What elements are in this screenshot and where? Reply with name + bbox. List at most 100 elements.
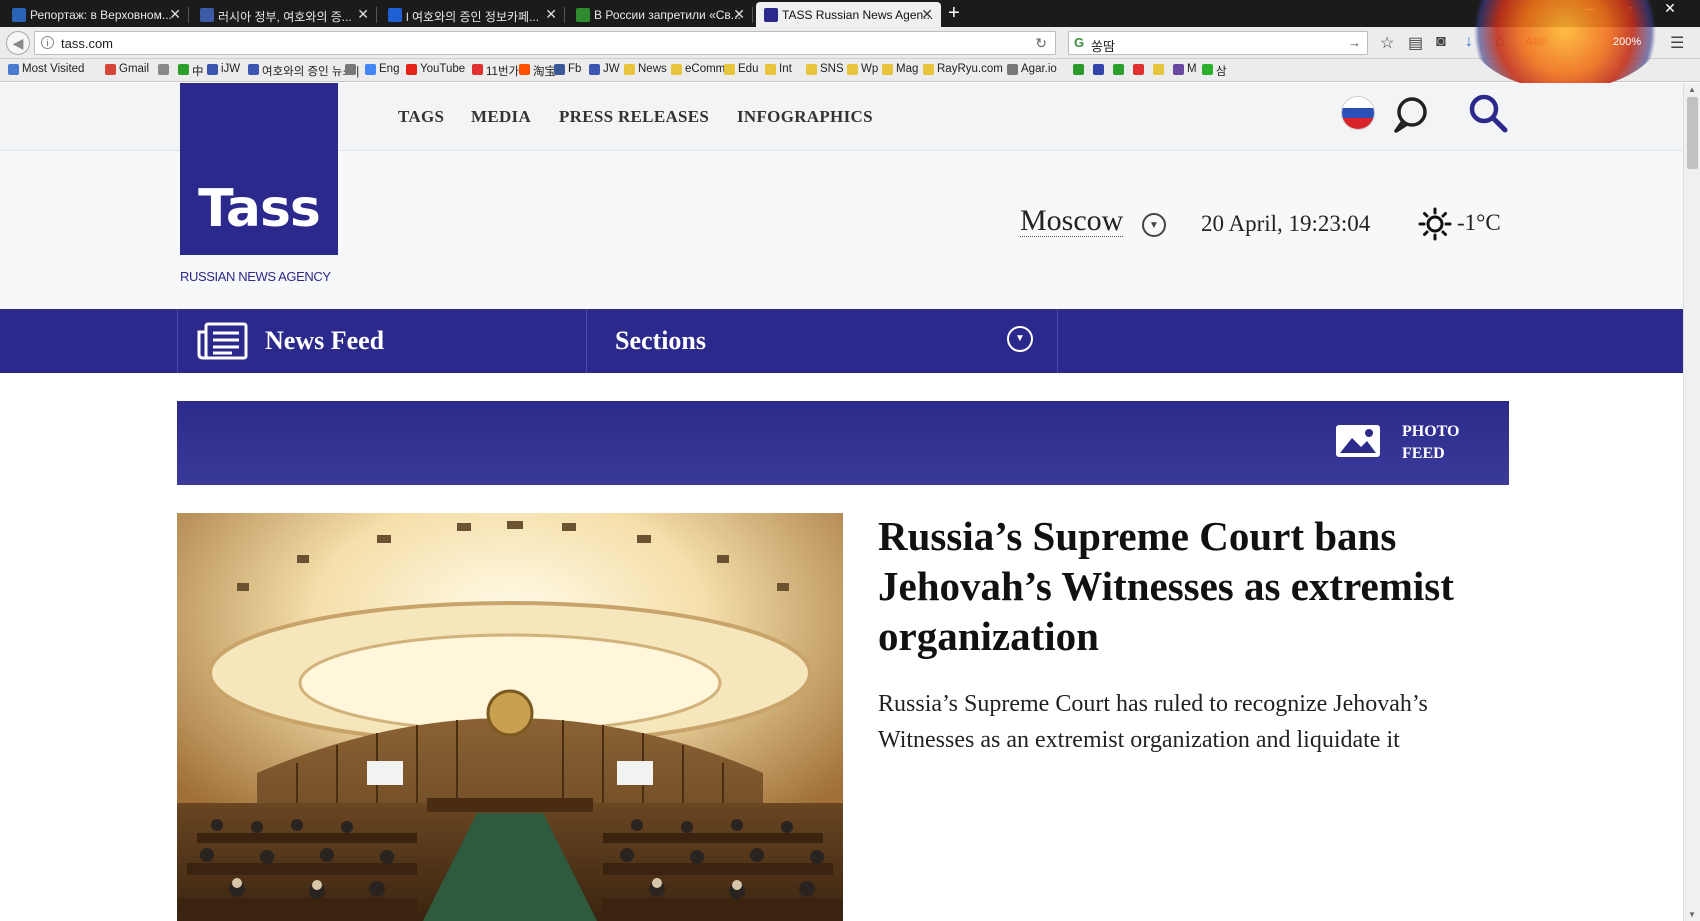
article-image[interactable] xyxy=(177,513,843,921)
bookmark-item[interactable]: Gmail xyxy=(105,63,149,75)
search-engine-icon[interactable]: G xyxy=(1074,35,1084,50)
bookmark-icon xyxy=(406,64,417,75)
bookmark-icon xyxy=(1153,64,1164,75)
bookmark-item[interactable]: JW xyxy=(589,63,620,75)
back-button[interactable]: ◀ xyxy=(6,31,30,55)
bookmark-item[interactable]: Wp xyxy=(847,63,878,75)
nav-infographics[interactable]: INFOGRAPHICS xyxy=(737,107,873,127)
bookmark-item[interactable]: 11번가 xyxy=(472,63,519,79)
browser-tab[interactable]: 러시아 정부, 여호와의 증... ✕ xyxy=(192,2,377,27)
bookmark-icon xyxy=(178,64,189,75)
bookmark-item[interactable]: Eng xyxy=(365,63,399,75)
tab-close-icon[interactable]: ✕ xyxy=(545,6,557,23)
tab-favicon-icon xyxy=(200,8,214,22)
scrollbar-thumb[interactable] xyxy=(1687,97,1698,169)
chat-icon[interactable] xyxy=(1390,95,1430,135)
bookmark-icon xyxy=(847,64,858,75)
bookmark-item[interactable]: Agar.io xyxy=(1007,63,1057,75)
sun-weather-icon xyxy=(1418,207,1452,241)
bookmark-label: 11번가 xyxy=(486,66,520,78)
browser-tab[interactable]: TASS Russian News Agen... ✕ xyxy=(756,2,941,27)
browser-tab[interactable]: l 여호와의 증인 정보카페... ✕ xyxy=(380,2,565,27)
page-viewport: TAGS MEDIA PRESS RELEASES INFOGRAPHICS T… xyxy=(0,83,1683,921)
browser-tab[interactable]: Репортаж: в Верховном... ✕ xyxy=(4,2,189,27)
scroll-down-arrow-icon[interactable]: ▼ xyxy=(1688,910,1696,919)
bookmark-item[interactable]: M xyxy=(1173,63,1197,75)
bookmark-item[interactable]: iJW xyxy=(207,63,240,75)
bookmark-item[interactable]: 中 xyxy=(178,63,204,79)
bookmark-item[interactable]: Fb xyxy=(554,63,581,75)
bookmark-label: YouTube xyxy=(420,63,466,75)
tab-title: 러시아 정부, 여호와의 증... xyxy=(218,10,352,24)
site-info-icon[interactable]: i xyxy=(41,36,54,49)
bookmark-item[interactable]: Int xyxy=(765,63,792,75)
bookmark-label: iJW xyxy=(221,63,241,75)
news-feed-button[interactable]: News Feed xyxy=(177,309,587,373)
bookmark-item[interactable]: 淘宝 xyxy=(519,63,556,79)
bookmark-star-icon[interactable]: ☆ xyxy=(1380,33,1394,53)
article-headline[interactable]: Russia’s Supreme Court bans Jehovah’s Wi… xyxy=(878,511,1478,661)
bookmark-icon xyxy=(923,64,934,75)
tab-favicon-icon xyxy=(576,8,590,22)
bookmark-item[interactable]: YouTube xyxy=(406,63,465,75)
tab-close-icon[interactable]: ✕ xyxy=(921,6,933,23)
russian-language-flag-icon[interactable] xyxy=(1341,96,1375,130)
bookmark-item[interactable]: Edu xyxy=(724,63,758,75)
photo-feed-banner[interactable]: PHOTO FEED xyxy=(177,401,1509,485)
page-scrollbar[interactable]: ▲ ▼ xyxy=(1683,83,1700,921)
menu-icon[interactable]: ☰ xyxy=(1670,33,1684,53)
photo-feed-link[interactable]: PHOTO FEED xyxy=(1402,421,1460,465)
bookmark-label: 中 xyxy=(192,66,204,78)
bookmark-icon xyxy=(624,64,635,75)
bookmark-label: Gmail xyxy=(119,63,150,75)
new-tab-button[interactable]: + xyxy=(948,2,960,25)
nav-media[interactable]: MEDIA xyxy=(471,107,531,127)
bookmark-label: Mag xyxy=(896,63,919,75)
bookmark-label: Int xyxy=(779,63,792,75)
address-bar[interactable]: i tass.com ↻ xyxy=(34,31,1056,55)
bookmark-item[interactable]: 여호와의 증인 뉴스 | xyxy=(248,63,359,79)
logo-caption: RUSSIAN NEWS AGENCY xyxy=(180,269,331,284)
search-icon[interactable] xyxy=(1468,93,1510,135)
bookmark-label: JW xyxy=(603,63,620,75)
tass-logo[interactable]: Tass xyxy=(180,83,338,255)
sections-menu-button[interactable]: Sections ▼ xyxy=(587,309,1058,373)
bookmark-label: Wp xyxy=(861,63,879,75)
bookmark-item[interactable]: News xyxy=(624,63,667,75)
tab-close-icon[interactable]: ✕ xyxy=(733,6,745,23)
scroll-up-arrow-icon[interactable]: ▲ xyxy=(1688,85,1696,94)
zoom-level[interactable]: 200% xyxy=(1613,36,1641,48)
bookmark-icon xyxy=(105,64,116,75)
pocket-icon[interactable]: ◙ xyxy=(1436,33,1446,51)
bookmark-icon xyxy=(589,64,600,75)
bookmark-icon xyxy=(248,64,259,75)
bookmark-label: RayRyu.com xyxy=(937,63,1003,75)
supreme-court-hall-photo xyxy=(177,513,843,921)
bookmark-label: M xyxy=(1187,63,1197,75)
bookmark-item[interactable]: SNS xyxy=(806,63,844,75)
bookmark-item[interactable]: eComm xyxy=(671,63,725,75)
tab-close-icon[interactable]: ✕ xyxy=(169,6,181,23)
photo-feed-label-line1: PHOTO xyxy=(1402,423,1460,440)
nav-press-releases[interactable]: PRESS RELEASES xyxy=(559,107,709,127)
reading-list-icon[interactable]: ▤ xyxy=(1408,33,1423,53)
bookmark-item[interactable]: RayRyu.com xyxy=(923,63,1003,75)
nav-tags[interactable]: TAGS xyxy=(398,107,444,127)
bookmark-icon xyxy=(1073,64,1084,75)
search-go-icon[interactable]: → xyxy=(1348,35,1361,50)
bookmark-item[interactable]: Mag xyxy=(882,63,918,75)
tab-separator xyxy=(376,7,377,23)
bookmark-label: Fb xyxy=(568,63,582,75)
bookmark-item[interactable]: Most Visited xyxy=(8,63,84,75)
chevron-down-icon[interactable]: ▼ xyxy=(1142,213,1166,237)
bookmark-icon xyxy=(519,64,530,75)
current-datetime: 20 April, 19:23:04 xyxy=(1201,211,1371,236)
search-bar[interactable]: G 쏭땀 → xyxy=(1068,31,1368,55)
city-selector[interactable]: Moscow xyxy=(1020,206,1124,237)
chevron-down-icon[interactable]: ▼ xyxy=(1007,326,1033,352)
tab-close-icon[interactable]: ✕ xyxy=(357,6,369,23)
browser-tab[interactable]: В России запретили «Св... ✕ xyxy=(568,2,753,27)
bookmark-icon xyxy=(1093,64,1104,75)
reload-icon[interactable]: ↻ xyxy=(1035,35,1047,52)
bookmark-item[interactable]: 삼 xyxy=(1202,63,1227,79)
